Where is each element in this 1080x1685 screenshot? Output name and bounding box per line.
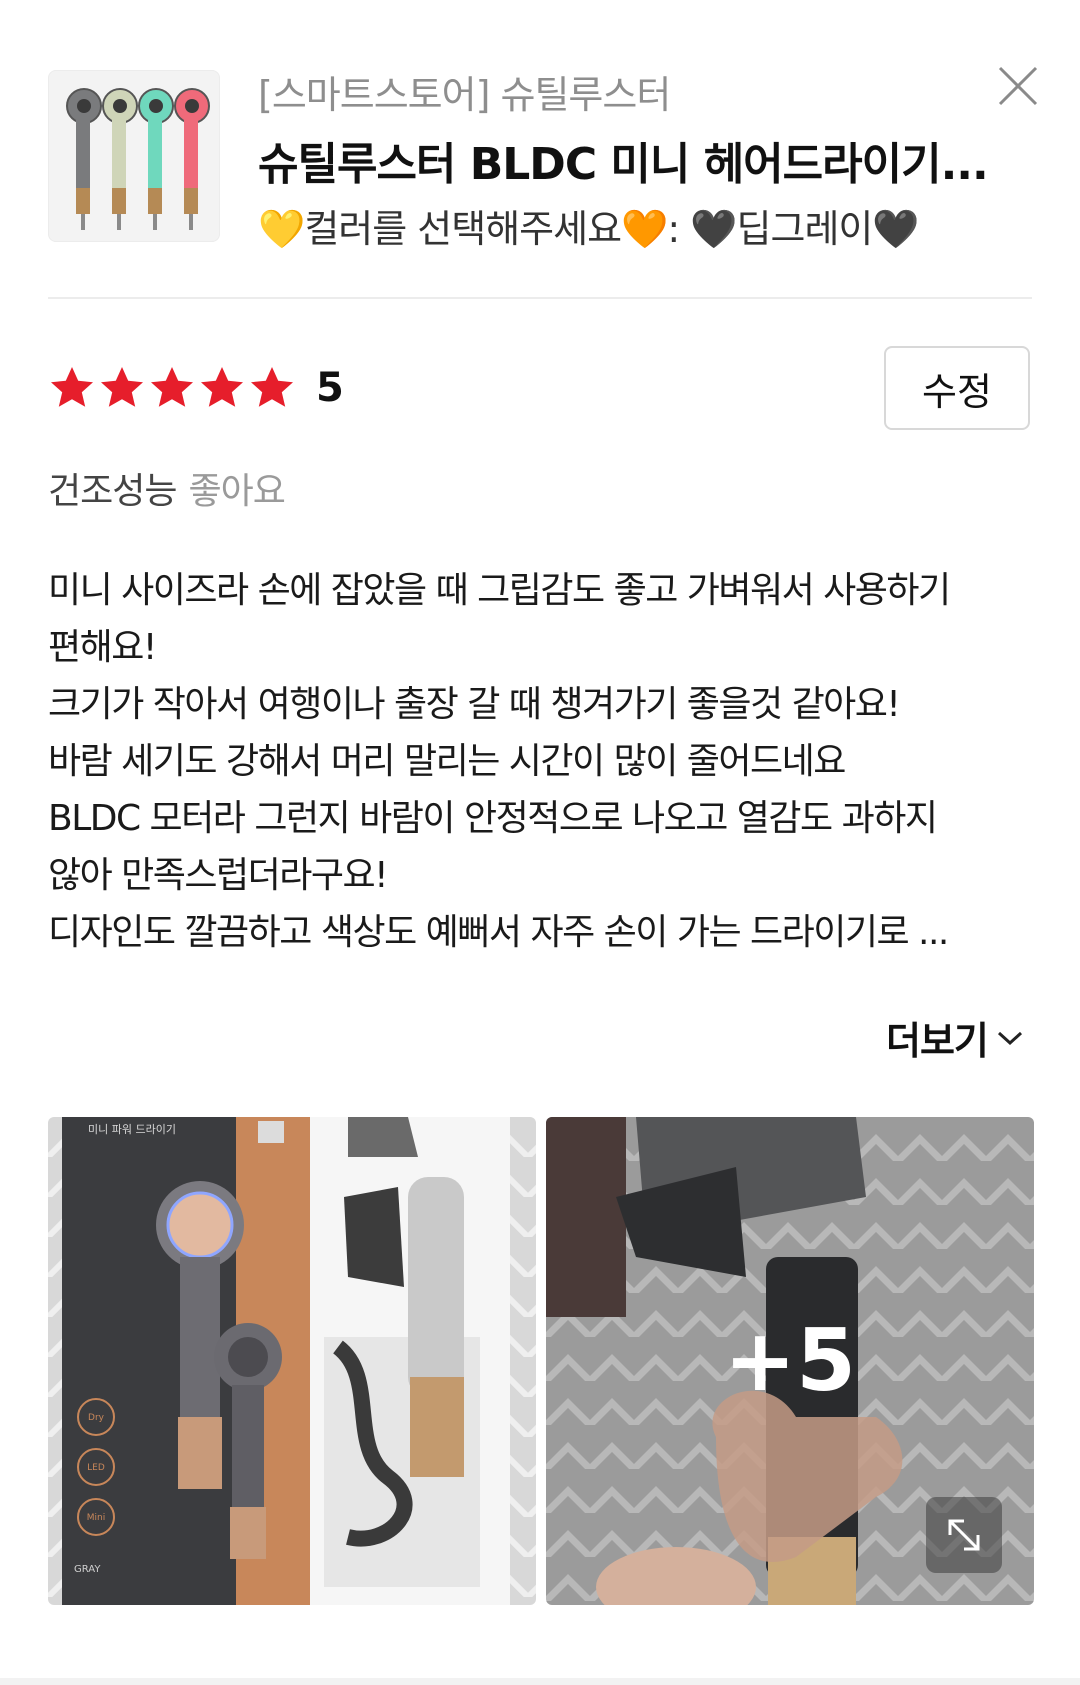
expand-icon[interactable] bbox=[926, 1497, 1002, 1573]
attribute-row: 건조성능 좋아요 bbox=[48, 462, 286, 514]
rating-row: 5 bbox=[48, 360, 344, 416]
dryer-icon bbox=[102, 88, 138, 230]
star-icon bbox=[51, 367, 93, 407]
star-icon bbox=[201, 367, 243, 407]
review-photo[interactable]: 미니 파워 드라이기 Dry LED Mini GRAY bbox=[48, 1117, 536, 1605]
review-photo-more[interactable]: +5 bbox=[546, 1117, 1034, 1605]
more-label: 더보기 bbox=[886, 1019, 989, 1063]
bottom-divider bbox=[0, 1678, 1080, 1685]
review-line: 않아 만족스럽더라구요! bbox=[48, 855, 389, 896]
star-icon bbox=[251, 367, 293, 407]
chevron-down-icon bbox=[997, 1031, 1022, 1045]
review-line: 디자인도 깔끔하고 색상도 예뻐서 자주 손이 가는 드라이기로 ... bbox=[48, 912, 949, 953]
store-name: [스마트스토어] 슈틸루스터 bbox=[258, 73, 671, 117]
review-line: 크기가 작아서 여행이나 출장 갈 때 챙겨가기 좋을것 같아요! bbox=[48, 684, 901, 725]
star-rating bbox=[48, 364, 296, 412]
box-color-label: GRAY bbox=[74, 1564, 101, 1575]
star-icon bbox=[151, 367, 193, 407]
box-mode-label: Dry bbox=[88, 1413, 105, 1423]
product-title[interactable]: 슈틸루스터 BLDC 미니 헤어드라이기... bbox=[258, 128, 989, 192]
product-thumbnail[interactable] bbox=[48, 70, 220, 242]
dryer-icon bbox=[138, 88, 174, 230]
review-line: 미니 사이즈라 손에 잡았을 때 그립감도 좋고 가벼워서 사용하기 bbox=[48, 570, 951, 611]
dryer-box-photo: 미니 파워 드라이기 Dry LED Mini GRAY bbox=[48, 1117, 536, 1605]
more-button[interactable]: 더보기 bbox=[886, 1010, 1024, 1065]
hair-dryer-lineup-image bbox=[66, 88, 210, 230]
review-text: 미니 사이즈라 손에 잡았을 때 그립감도 좋고 가벼워서 사용하기 편해요! … bbox=[48, 562, 1038, 961]
dryer-icon bbox=[174, 88, 210, 230]
review-line: 바람 세기도 강해서 머리 말리는 시간이 많이 줄어드네요 bbox=[48, 741, 846, 782]
rating-score: 5 bbox=[316, 365, 344, 411]
edit-button[interactable]: 수정 bbox=[884, 346, 1030, 430]
review-line: BLDC 모터라 그런지 바람이 안정적으로 나오고 열감도 과하지 bbox=[48, 798, 938, 839]
attribute-key: 건조성능 bbox=[48, 471, 177, 512]
attribute-value: 좋아요 bbox=[188, 471, 285, 512]
close-icon[interactable] bbox=[996, 64, 1040, 108]
divider bbox=[48, 297, 1032, 299]
dryer-icon bbox=[66, 88, 102, 230]
box-mode-label: Mini bbox=[87, 1513, 105, 1523]
box-heading: 미니 파워 드라이기 bbox=[88, 1123, 176, 1136]
product-option: 💛컬러를 선택해주세요🧡: 🖤딥그레이🖤 bbox=[258, 207, 920, 251]
box-mode-label: LED bbox=[87, 1463, 105, 1473]
review-line: 편해요! bbox=[48, 627, 157, 668]
star-icon bbox=[101, 367, 143, 407]
product-header[interactable]: [스마트스토어] 슈틸루스터 슈틸루스터 BLDC 미니 헤어드라이기... 💛… bbox=[48, 64, 1038, 251]
